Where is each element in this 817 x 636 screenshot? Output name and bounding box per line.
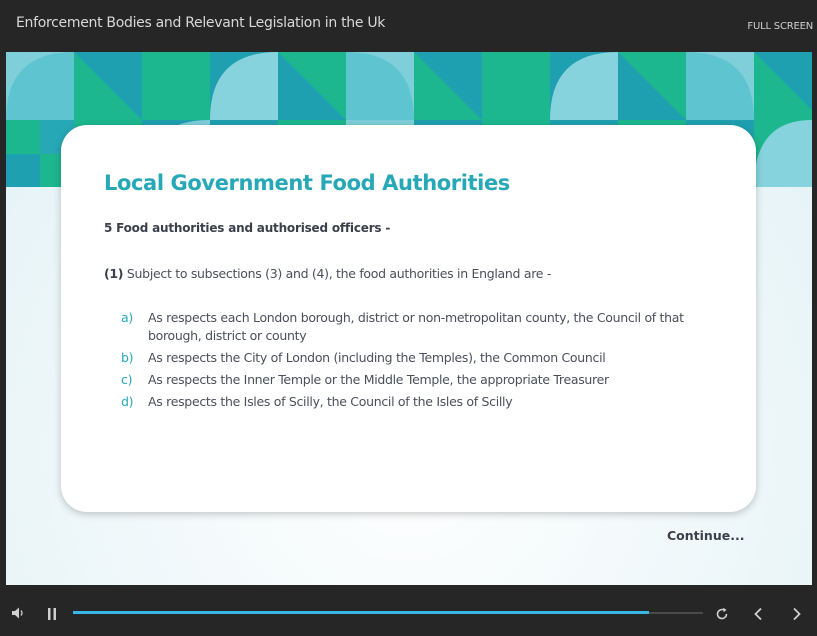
list-marker: c): [121, 372, 133, 387]
subsection-number: (1): [104, 266, 124, 281]
list-marker: d): [121, 394, 134, 409]
list-item: d) As respects the Isles of Scilly, the …: [121, 393, 691, 411]
content-card: Local Government Food Authorities 5 Food…: [61, 125, 756, 512]
course-title: Enforcement Bodies and Relevant Legislat…: [16, 15, 386, 31]
continue-button[interactable]: Continue...: [667, 528, 744, 543]
progress-fill: [73, 611, 650, 614]
list-item-text: As respects the Inner Temple or the Midd…: [148, 372, 609, 387]
player-controls: [0, 585, 817, 636]
list-item: c) As respects the Inner Temple or the M…: [121, 371, 691, 389]
list-item-text: As respects the Isles of Scilly, the Cou…: [148, 394, 513, 409]
fullscreen-button[interactable]: FULL SCREEN: [747, 21, 813, 32]
subsection-text: Subject to subsections (3) and (4), the …: [126, 266, 552, 281]
section-heading: 5 Food authorities and authorised office…: [104, 221, 391, 235]
top-bar: Enforcement Bodies and Relevant Legislat…: [0, 0, 817, 52]
pause-icon[interactable]: [46, 606, 58, 625]
subsection-paragraph: (1) Subject to subsections (3) and (4), …: [104, 266, 551, 281]
volume-icon[interactable]: [11, 605, 25, 624]
list-marker: b): [121, 350, 134, 365]
replay-icon[interactable]: [715, 606, 729, 625]
next-icon[interactable]: [791, 606, 803, 625]
authority-list: a) As respects each London borough, dist…: [121, 309, 691, 415]
previous-icon[interactable]: [752, 606, 764, 625]
slide-title: Local Government Food Authorities: [104, 171, 510, 195]
list-item: a) As respects each London borough, dist…: [121, 309, 691, 345]
progress-bar[interactable]: [73, 611, 703, 614]
list-marker: a): [121, 310, 133, 325]
list-item-text: As respects each London borough, distric…: [148, 310, 684, 343]
slide-stage: Local Government Food Authorities 5 Food…: [6, 52, 812, 585]
list-item: b) As respects the City of London (inclu…: [121, 349, 691, 367]
list-item-text: As respects the City of London (includin…: [148, 350, 606, 365]
